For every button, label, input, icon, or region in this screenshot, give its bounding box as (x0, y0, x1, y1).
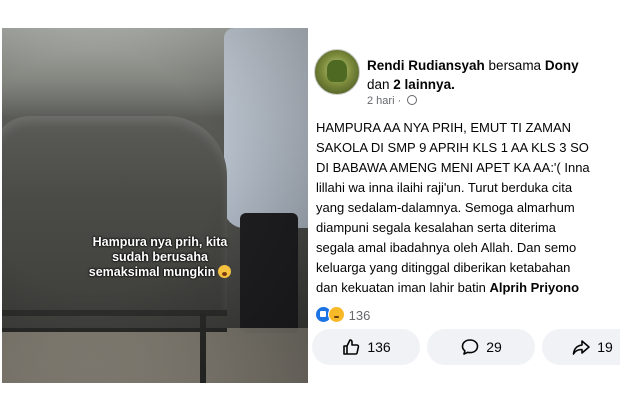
caption-line: semaksimal mungkin (88, 265, 216, 279)
post-line: keluarga yang ditinggal diberikan ketaba… (316, 260, 571, 275)
post-meta: 2 hari · (367, 95, 418, 107)
post-body: HAMPURA AA NYA PRIH, EMUT TI ZAMAN SAKOL… (316, 118, 620, 298)
reaction-count: 136 (348, 308, 371, 323)
post-header-line2: dan 2 lainnya. (367, 75, 455, 94)
meta-separator: · (397, 95, 402, 107)
screenshot-frame: Hampura nya prih, kita sudah berusaha se… (0, 0, 620, 413)
comment-button[interactable]: 29 (427, 329, 535, 365)
author-name[interactable]: Rendi Rudiansyah (367, 58, 485, 73)
caption-line-last: semaksimal mungkin (86, 265, 234, 280)
globe-icon (407, 95, 418, 105)
reaction-summary[interactable]: 136 (315, 306, 370, 325)
share-arrow-icon (572, 340, 591, 355)
share-count: 19 (597, 339, 613, 355)
post-line: HAMPURA AA NYA PRIH, EMUT TI ZAMAN (316, 120, 571, 135)
post-line-last: dan kekuatan iman lahir batin Alprih Pri… (316, 278, 620, 298)
comment-count: 29 (486, 339, 502, 355)
mentioned-name[interactable]: Alprih Priyono (489, 280, 579, 295)
post-line: diampuni segala kesalahan serta diterima (316, 220, 556, 235)
and-word: dan (367, 77, 390, 92)
tagged-others[interactable]: 2 lainnya. (393, 77, 455, 92)
post-line: segala amal ibadahnya oleh Allah. Dan se… (316, 240, 577, 255)
post-header: Rendi Rudiansyah bersama Dony (367, 56, 579, 75)
post-line-text: dan kekuatan iman lahir batin (316, 280, 486, 295)
post-time[interactable]: 2 hari (367, 95, 395, 107)
sad-icon (328, 306, 345, 323)
story-caption: Hampura nya prih, kita sudah berusaha se… (86, 235, 234, 280)
thumbs-up-icon (343, 339, 360, 355)
caption-line: Hampura nya prih, kita (92, 235, 228, 249)
post-line: DI BABAWA AMENG MENI APET KA AA:'( Inna (316, 160, 590, 175)
share-button[interactable]: 19 (542, 329, 620, 365)
with-word: bersama (488, 58, 542, 73)
like-count: 136 (367, 339, 391, 355)
post-line: SAKOLA DI SMP 9 APRIH KLS 1 AA KLS 3 SO (316, 140, 589, 155)
author-avatar[interactable] (314, 49, 360, 95)
facebook-post: Rendi Rudiansyah bersama Dony dan 2 lain… (309, 29, 620, 383)
crying-face-emoji-icon (218, 265, 232, 278)
post-line: lillahi wa inna ilaihi raji'un. Turut be… (316, 180, 573, 195)
bottom-margin (0, 383, 620, 413)
like-button[interactable]: 136 (312, 329, 420, 365)
story-photo: Hampura nya prih, kita sudah berusaha se… (2, 28, 308, 383)
post-line: yang sedalam-dalamnya. Semoga almarhum (316, 200, 575, 215)
photo-vignette (2, 28, 308, 383)
comment-bubble-icon (461, 339, 479, 355)
tagged-name[interactable]: Dony (545, 58, 579, 73)
caption-line: sudah berusaha (112, 250, 208, 264)
